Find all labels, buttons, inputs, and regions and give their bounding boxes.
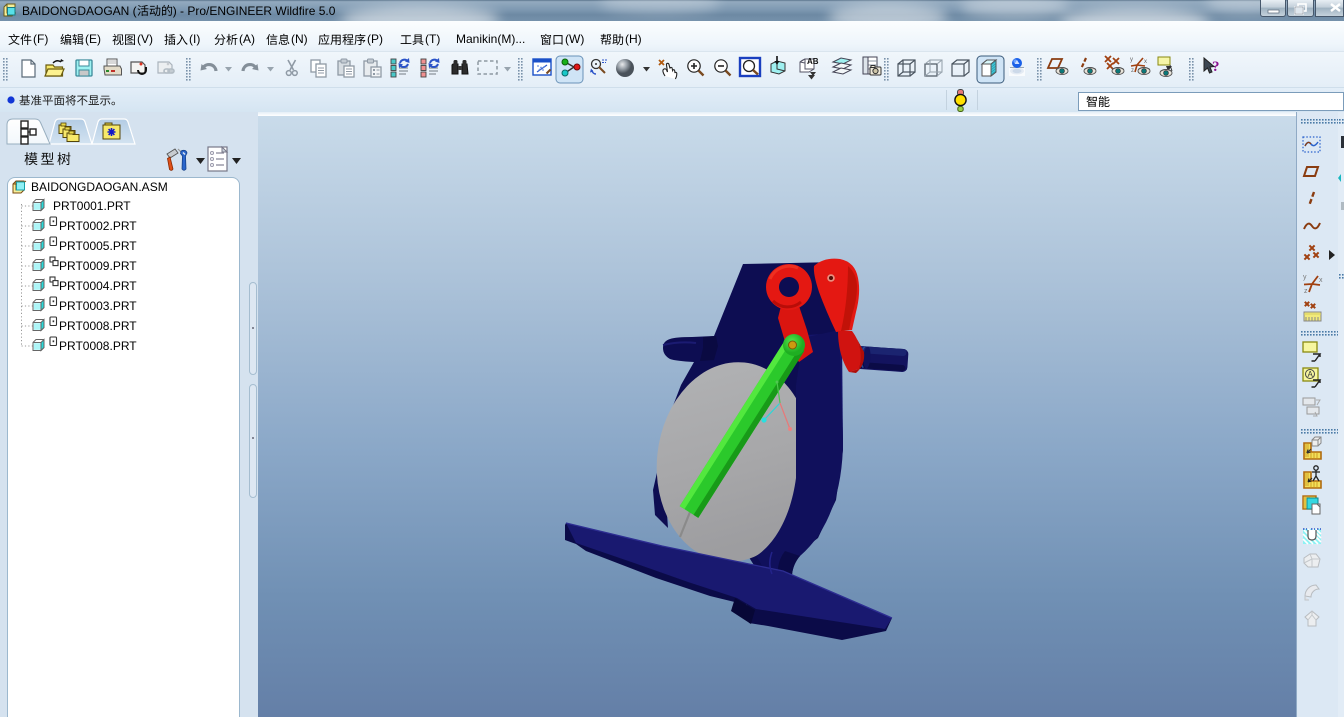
svg-text:A: A — [1308, 370, 1314, 379]
svg-text:z: z — [1304, 288, 1308, 295]
svg-text:y: y — [1130, 57, 1133, 63]
svg-text:y: y — [1303, 274, 1307, 281]
svg-text:?: ? — [1212, 59, 1220, 75]
svg-text:x: x — [1144, 59, 1147, 65]
svg-text:z: z — [1131, 68, 1134, 74]
svg-text:x: x — [1319, 277, 1323, 284]
svg-text:AB: AB — [807, 57, 819, 66]
